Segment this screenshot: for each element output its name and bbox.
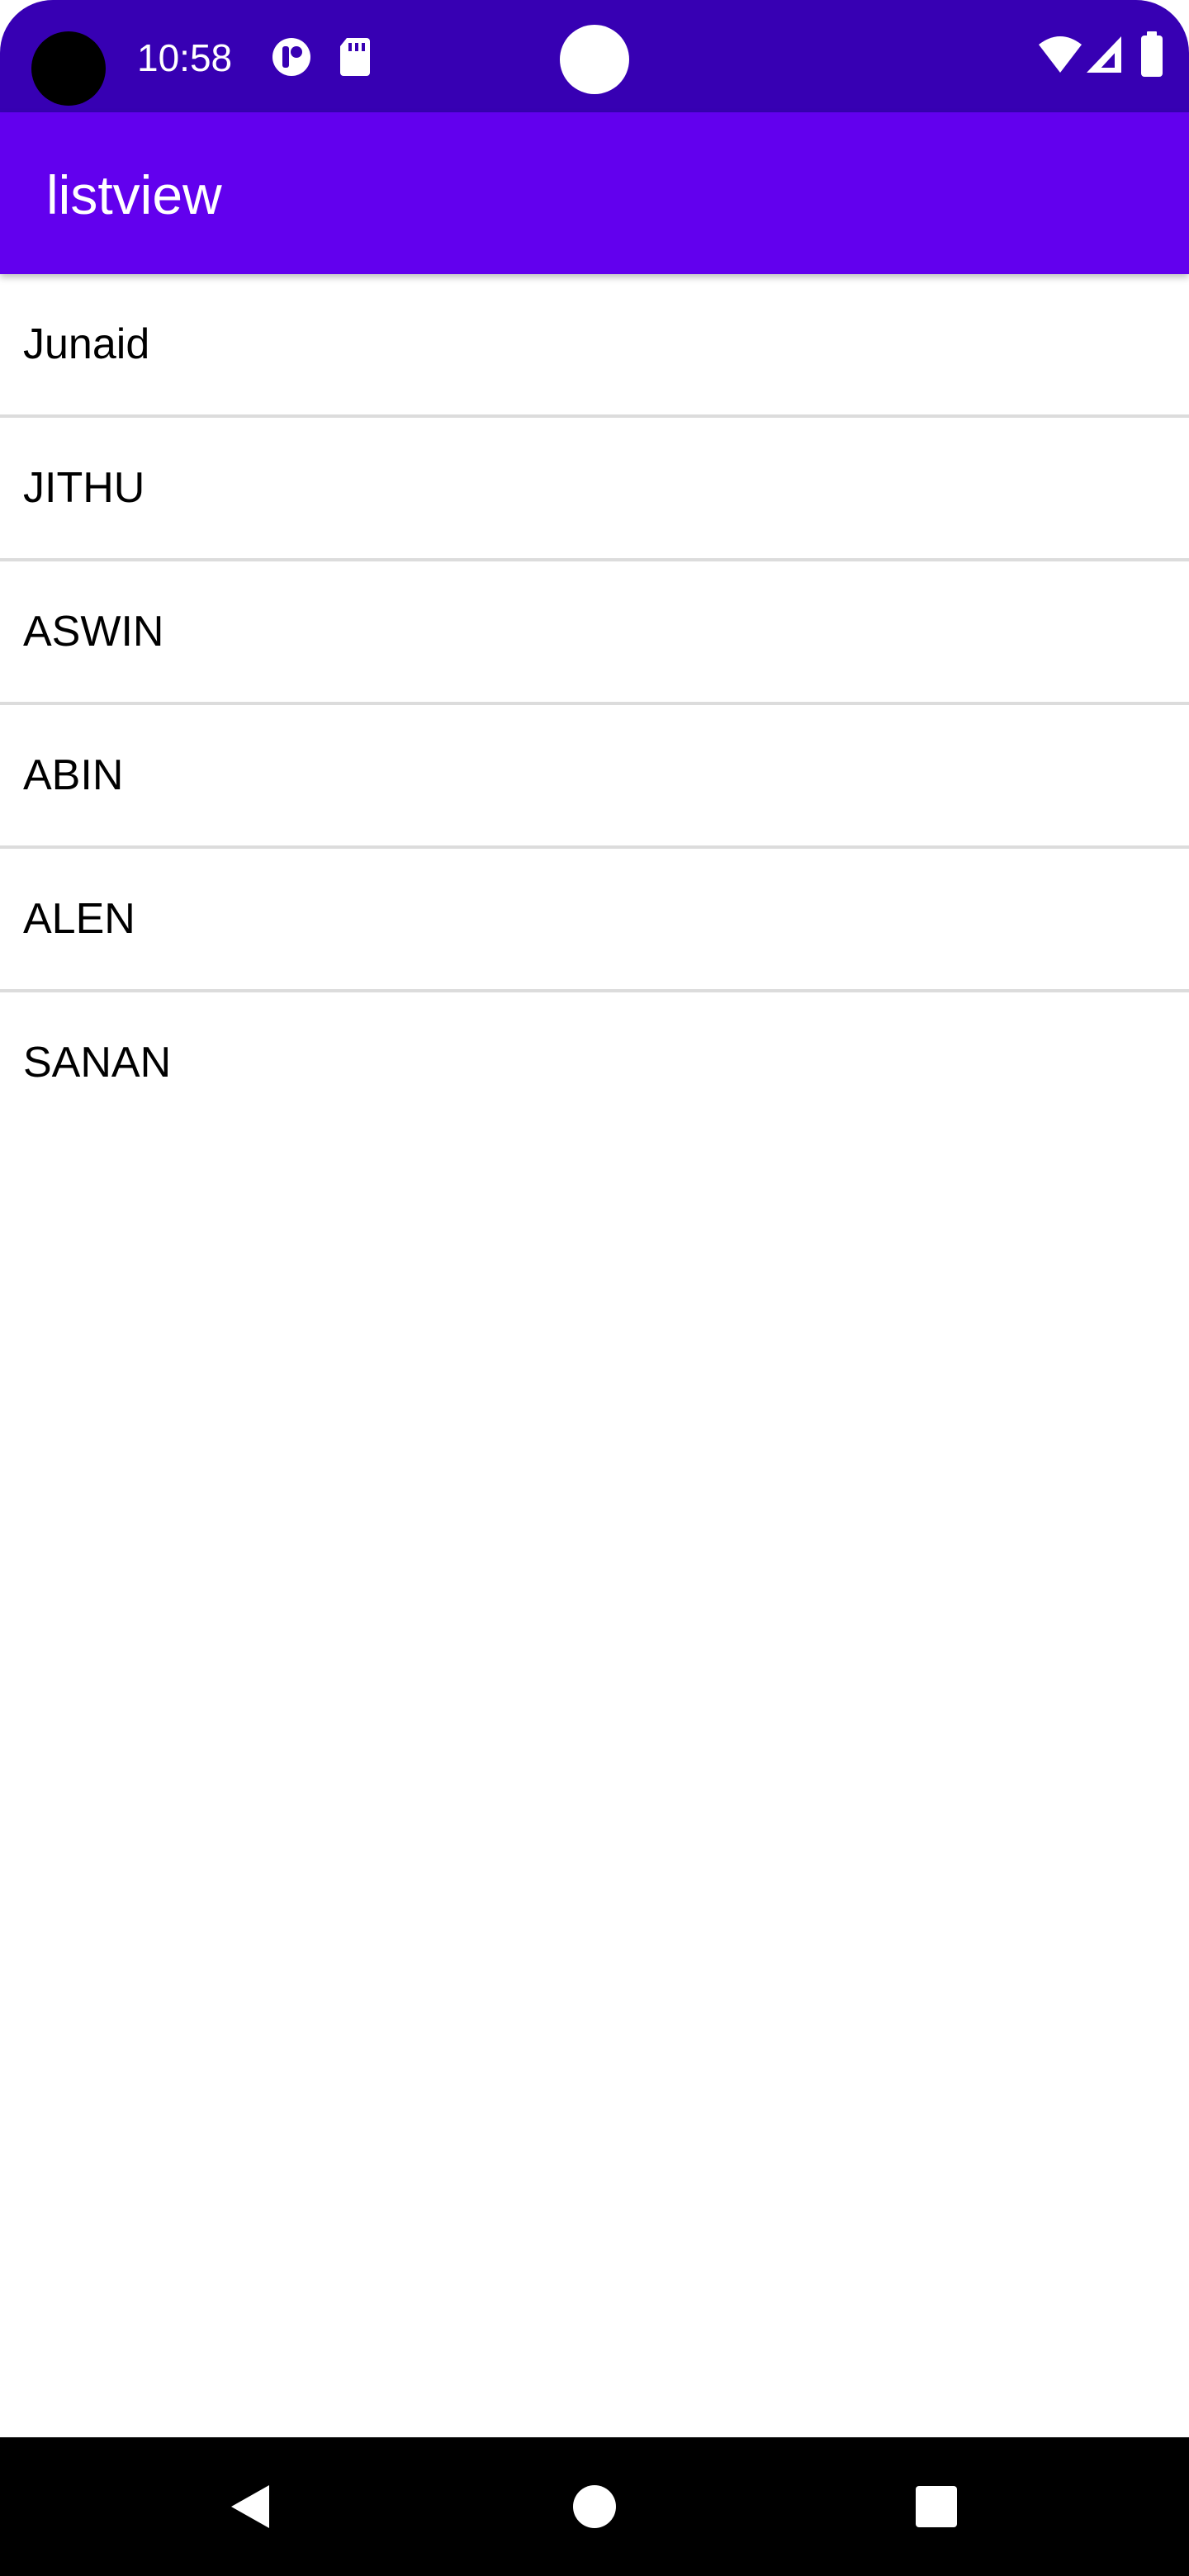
sd-card-icon — [339, 36, 372, 82]
navigation-bar — [0, 2437, 1189, 2576]
status-bar: 10:58 — [0, 0, 1189, 112]
list-view[interactable]: Junaid JITHU ASWIN ABIN ALEN SANAN — [0, 274, 1189, 1133]
home-icon — [573, 2485, 616, 2528]
cell-signal-icon — [1085, 35, 1123, 78]
list-item-junaid[interactable]: Junaid — [0, 274, 1189, 418]
list-item-sanan[interactable]: SANAN — [0, 992, 1189, 1133]
list-item-label: Junaid — [23, 320, 150, 368]
front-sensor — [560, 25, 629, 94]
list-item-jithu[interactable]: JITHU — [0, 418, 1189, 561]
back-icon — [231, 2485, 269, 2528]
app-title: listview — [46, 164, 222, 225]
list-item-abin[interactable]: ABIN — [0, 705, 1189, 849]
back-button[interactable] — [185, 2437, 317, 2576]
recents-icon — [916, 2486, 957, 2527]
list-item-label: SANAN — [23, 1039, 172, 1087]
list-item-aswin[interactable]: ASWIN — [0, 561, 1189, 705]
list-item-label: JITHU — [23, 464, 145, 512]
recents-button[interactable] — [870, 2437, 1002, 2576]
list-item-label: ABIN — [23, 751, 124, 799]
list-item-label: ASWIN — [23, 608, 164, 656]
app-bar: listview — [0, 112, 1189, 274]
wifi-icon — [1037, 33, 1083, 78]
status-time: 10:58 — [137, 36, 233, 79]
home-button[interactable] — [528, 2437, 661, 2576]
camera-cutout — [31, 31, 106, 106]
list-item-alen[interactable]: ALEN — [0, 849, 1189, 992]
app-notification-icon — [271, 36, 312, 82]
screen: 10:58 listview Junaid JITHU ASWIN ABIN A… — [0, 0, 1189, 2576]
battery-icon — [1139, 31, 1164, 82]
list-item-label: ALEN — [23, 895, 135, 943]
